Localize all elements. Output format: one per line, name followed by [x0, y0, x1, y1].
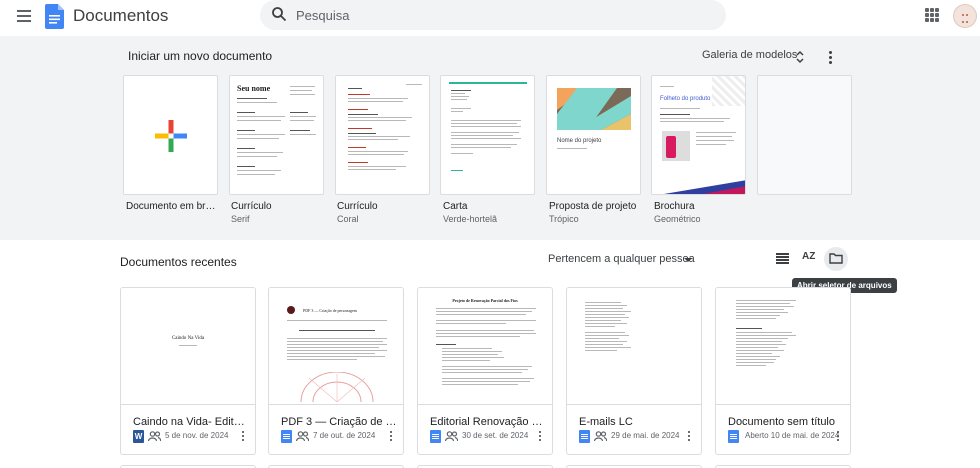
doc-more-options-icon[interactable] [537, 430, 543, 443]
list-view-icon[interactable] [776, 253, 789, 264]
recent-doc-card[interactable]: PDF 3 — Criação de personagem PDF 3 — Cr… [268, 287, 404, 455]
template-label: Brochura [654, 201, 695, 212]
template-preview-heading: Seu nome [237, 84, 271, 93]
template-section-title: Iniciar um novo documento [128, 49, 273, 63]
doc-date: 30 de set. de 2024 [462, 431, 529, 440]
google-docs-file-icon [281, 430, 292, 443]
recent-doc-card[interactable]: Caindo Na Vida Caindo na Vida- Editado.…… [120, 287, 256, 455]
shared-people-icon [148, 431, 161, 442]
doc-preview-heading: PDF 3 — Criação de personagem [303, 308, 357, 313]
doc-title[interactable]: Editorial Renovação Parc… [430, 416, 546, 428]
doc-more-options-icon[interactable] [686, 430, 692, 443]
doc-date: Aberto 10 de mai. de 2024 [745, 431, 840, 440]
expand-collapse-icon[interactable] [795, 50, 805, 64]
doc-date: 29 de mai. de 2024 [611, 431, 680, 440]
doc-preview-heading: Projeto de Renovação Parcial dos Fios [452, 298, 518, 303]
doc-more-options-icon[interactable] [388, 430, 394, 443]
sort-az-icon[interactable]: AZ [802, 251, 815, 262]
doc-title[interactable]: PDF 3 — Criação de pers… [281, 416, 397, 428]
template-letter-mint[interactable] [440, 75, 535, 195]
doc-title[interactable]: E-mails LC [579, 416, 695, 428]
template-label: Carta [443, 201, 468, 212]
plus-icon [155, 120, 187, 152]
template-gallery-button[interactable]: Galeria de modelos [702, 49, 797, 61]
template-resume-coral[interactable] [335, 75, 430, 195]
doc-preview-diagram [300, 372, 374, 402]
doc-more-options-icon[interactable] [835, 430, 841, 443]
doc-date: 7 de out. de 2024 [313, 431, 376, 440]
doc-date: 5 de nov. de 2024 [165, 431, 229, 440]
template-sublabel: Trópico [549, 214, 579, 224]
template-label: Proposta de projeto [549, 201, 637, 212]
hamburger-menu-icon[interactable] [14, 7, 34, 27]
template-resume-serif[interactable]: Seu nome [229, 75, 324, 195]
recent-doc-card[interactable]: E-mails LC 29 de mai. de 2024 [566, 287, 702, 455]
recent-doc-card[interactable]: Documento sem título Aberto 10 de mai. d… [715, 287, 851, 455]
google-docs-file-icon [579, 430, 590, 443]
word-file-icon: W [133, 430, 144, 443]
search-input[interactable] [296, 0, 696, 30]
template-placeholder [757, 75, 852, 195]
template-label: Currículo [337, 201, 378, 212]
dropdown-arrow-icon[interactable] [684, 258, 692, 262]
doc-title[interactable]: Caindo na Vida- Editado.… [133, 416, 249, 428]
template-preview-heading: Nome do projeto [557, 138, 602, 144]
recent-doc-card[interactable]: Projeto de Renovação Parcial dos Fios Ed… [417, 287, 553, 455]
template-more-options-icon[interactable] [826, 50, 834, 64]
template-sublabel: Geométrico [654, 214, 701, 224]
template-gallery: Iniciar um novo documento Galeria de mod… [0, 36, 980, 240]
template-label: Currículo [231, 201, 272, 212]
search-bar[interactable] [260, 0, 726, 30]
doc-preview-heading: Caindo Na Vida [171, 336, 205, 341]
google-docs-file-icon [728, 430, 739, 443]
doc-thumbnail: PDF 3 — Criação de personagem [269, 288, 403, 405]
shared-people-icon [445, 431, 458, 442]
doc-thumbnail: Projeto de Renovação Parcial dos Fios [418, 288, 552, 405]
doc-title[interactable]: Documento sem título [728, 416, 844, 428]
template-sublabel: Coral [337, 214, 359, 224]
search-icon[interactable] [271, 6, 287, 22]
proposal-cover-graphic [557, 88, 631, 130]
template-sublabel: Serif [231, 214, 250, 224]
recent-section-title: Documentos recentes [120, 255, 237, 269]
brochure-footer-graphic [663, 180, 745, 194]
doc-more-options-icon[interactable] [240, 430, 246, 443]
docs-logo-icon[interactable] [45, 4, 64, 29]
app-title[interactable]: Documentos [73, 6, 168, 26]
avatar[interactable] [953, 4, 977, 28]
template-preview-heading: Folheto do produto [660, 96, 711, 102]
template-label: Documento em br… [126, 201, 216, 212]
folder-icon [829, 253, 843, 264]
shared-people-icon [594, 431, 607, 442]
google-apps-icon[interactable] [925, 8, 939, 22]
open-file-picker-button[interactable] [824, 247, 848, 271]
doc-thumbnail [716, 288, 850, 405]
google-docs-file-icon [430, 430, 441, 443]
template-project-proposal[interactable]: Nome do projeto [546, 75, 641, 195]
template-brochure[interactable]: Folheto do produto [651, 75, 746, 195]
shared-people-icon [296, 431, 309, 442]
top-bar: Documentos [0, 0, 980, 36]
template-blank[interactable] [123, 75, 218, 195]
doc-thumbnail: Caindo Na Vida [121, 288, 255, 405]
doc-thumbnail [567, 288, 701, 405]
template-sublabel: Verde-hortelã [443, 214, 498, 224]
owner-filter-dropdown[interactable]: Pertencem a qualquer pessoa [548, 253, 695, 265]
